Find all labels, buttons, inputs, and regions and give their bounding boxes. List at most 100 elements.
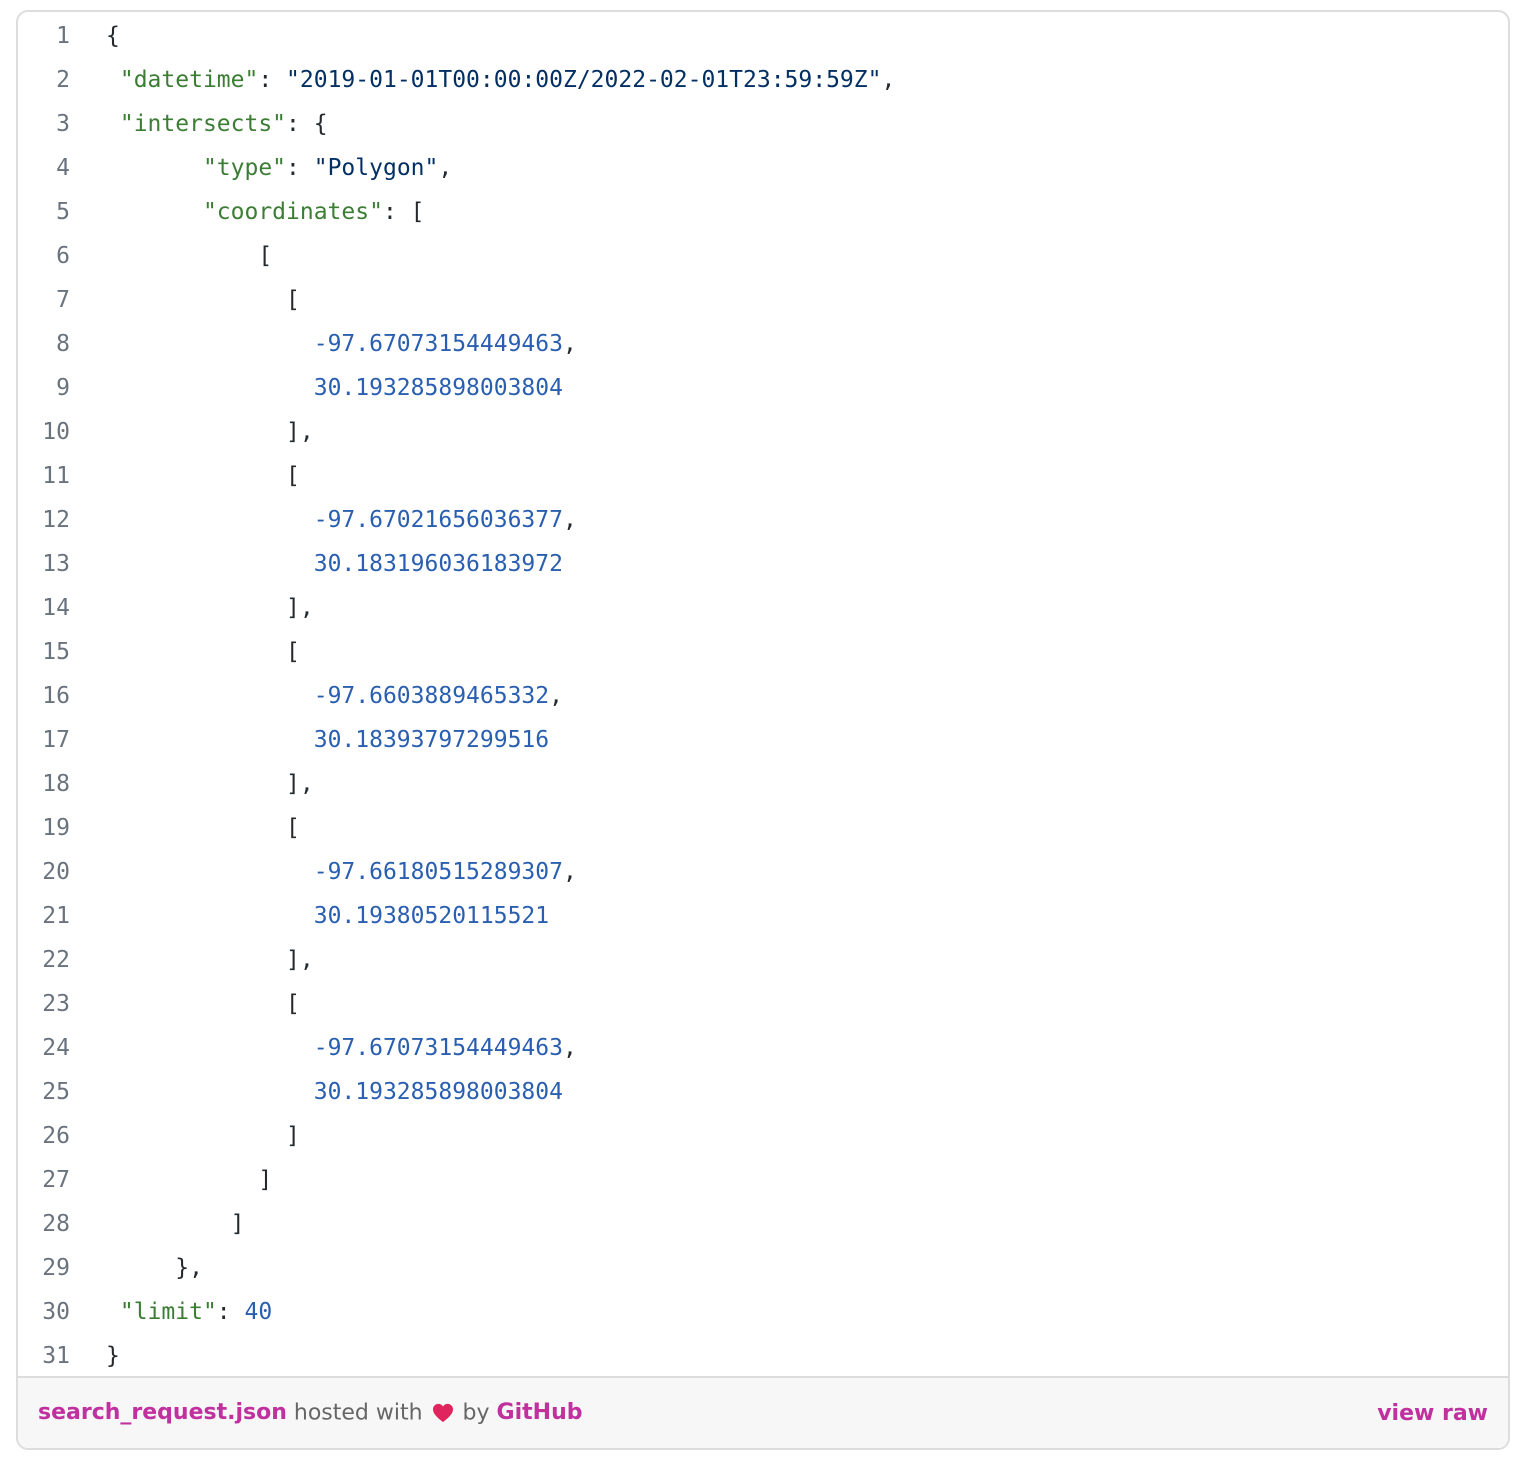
line-number: 7 <box>56 287 70 313</box>
json-punctuation: , <box>881 67 896 93</box>
json-punctuation: : { <box>286 111 328 137</box>
heart-icon <box>432 1404 453 1423</box>
code-line: 11 [ <box>18 454 1508 498</box>
code-line: 7 [ <box>18 278 1508 322</box>
json-punctuation: [ <box>258 243 273 269</box>
line-number: 5 <box>56 199 70 225</box>
line-number: 13 <box>42 551 70 577</box>
json-number: -97.67073154449463 <box>313 331 563 357</box>
line-number: 19 <box>42 815 70 841</box>
json-string: "Polygon" <box>313 155 439 181</box>
json-punctuation: [ <box>286 287 300 313</box>
by-text: by <box>455 1400 497 1426</box>
gist-footer: search_request.json hosted with by GitHu… <box>18 1376 1508 1448</box>
json-punctuation: : <box>286 155 314 181</box>
line-code: ], <box>70 771 1508 797</box>
code-line: 28 ] <box>18 1202 1508 1246</box>
line-number: 14 <box>42 595 70 621</box>
json-punctuation: , <box>562 331 577 357</box>
line-number: 16 <box>42 683 70 709</box>
json-key: "limit" <box>119 1299 217 1325</box>
json-number: -97.67073154449463 <box>313 1035 563 1061</box>
code-line: 9 30.193285898003804 <box>18 366 1508 410</box>
line-number: 8 <box>56 331 70 357</box>
line-number: 12 <box>42 507 70 533</box>
json-punctuation: ], <box>286 771 314 797</box>
line-number: 15 <box>42 639 70 665</box>
line-number: 22 <box>42 947 70 973</box>
json-punctuation: ], <box>286 947 314 973</box>
line-code: -97.67073154449463, <box>70 331 1508 357</box>
line-number: 29 <box>42 1255 70 1281</box>
json-punctuation: { <box>106 23 120 49</box>
json-punctuation: ], <box>286 419 314 445</box>
line-code: -97.67021656036377, <box>70 507 1508 533</box>
line-code: -97.66180515289307, <box>70 859 1508 885</box>
code-line: 23 [ <box>18 982 1508 1026</box>
filename-link[interactable]: search_request.json <box>38 1400 287 1425</box>
line-number: 28 <box>42 1211 70 1237</box>
code-line: 13 30.183196036183972 <box>18 542 1508 586</box>
json-string: "2019-01-01T00:00:00Z/2022-02-01T23:59:5… <box>286 67 882 93</box>
line-code: 30.193285898003804 <box>70 375 1508 401</box>
line-code: 30.19380520115521 <box>70 903 1508 929</box>
line-number: 3 <box>56 111 70 137</box>
line-number: 25 <box>42 1079 70 1105</box>
line-number: 6 <box>56 243 70 269</box>
code-line: 1{ <box>18 14 1508 58</box>
line-number: 9 <box>56 375 70 401</box>
json-number: -97.66180515289307 <box>313 859 563 885</box>
json-key: "datetime" <box>119 67 259 93</box>
line-number: 11 <box>42 463 70 489</box>
code-line: 2 "datetime": "2019-01-01T00:00:00Z/2022… <box>18 58 1508 102</box>
line-number: 2 <box>56 67 70 93</box>
json-punctuation: [ <box>286 463 300 489</box>
json-punctuation: [ <box>286 815 300 841</box>
line-number: 1 <box>56 23 70 49</box>
line-code: 30.18393797299516 <box>70 727 1508 753</box>
code-line: 3 "intersects": { <box>18 102 1508 146</box>
line-code: [ <box>70 991 1508 1017</box>
code-line: 26 ] <box>18 1114 1508 1158</box>
code-line: 16 -97.6603889465332, <box>18 674 1508 718</box>
view-raw-link[interactable]: view raw <box>1377 1401 1488 1426</box>
code-line: 30 "limit": 40 <box>18 1290 1508 1334</box>
code-line: 18 ], <box>18 762 1508 806</box>
json-punctuation: ], <box>286 595 314 621</box>
code-line: 22 ], <box>18 938 1508 982</box>
code-line: 15 [ <box>18 630 1508 674</box>
line-code: [ <box>70 243 1508 269</box>
hosted-with-text: hosted with <box>286 1400 430 1426</box>
json-punctuation: [ <box>286 991 300 1017</box>
github-link[interactable]: GitHub <box>497 1400 583 1425</box>
json-number: 30.18393797299516 <box>313 727 550 753</box>
json-key: "intersects" <box>119 111 287 137</box>
line-code: "limit": 40 <box>70 1299 1508 1325</box>
json-punctuation: , <box>562 507 577 533</box>
line-number: 24 <box>42 1035 70 1061</box>
json-punctuation: ] <box>230 1211 245 1237</box>
line-number: 21 <box>42 903 70 929</box>
line-code: ] <box>70 1123 1508 1149</box>
json-punctuation: : <box>216 1299 245 1325</box>
line-number: 18 <box>42 771 70 797</box>
line-number: 30 <box>42 1299 70 1325</box>
json-number: 30.19380520115521 <box>313 903 550 929</box>
